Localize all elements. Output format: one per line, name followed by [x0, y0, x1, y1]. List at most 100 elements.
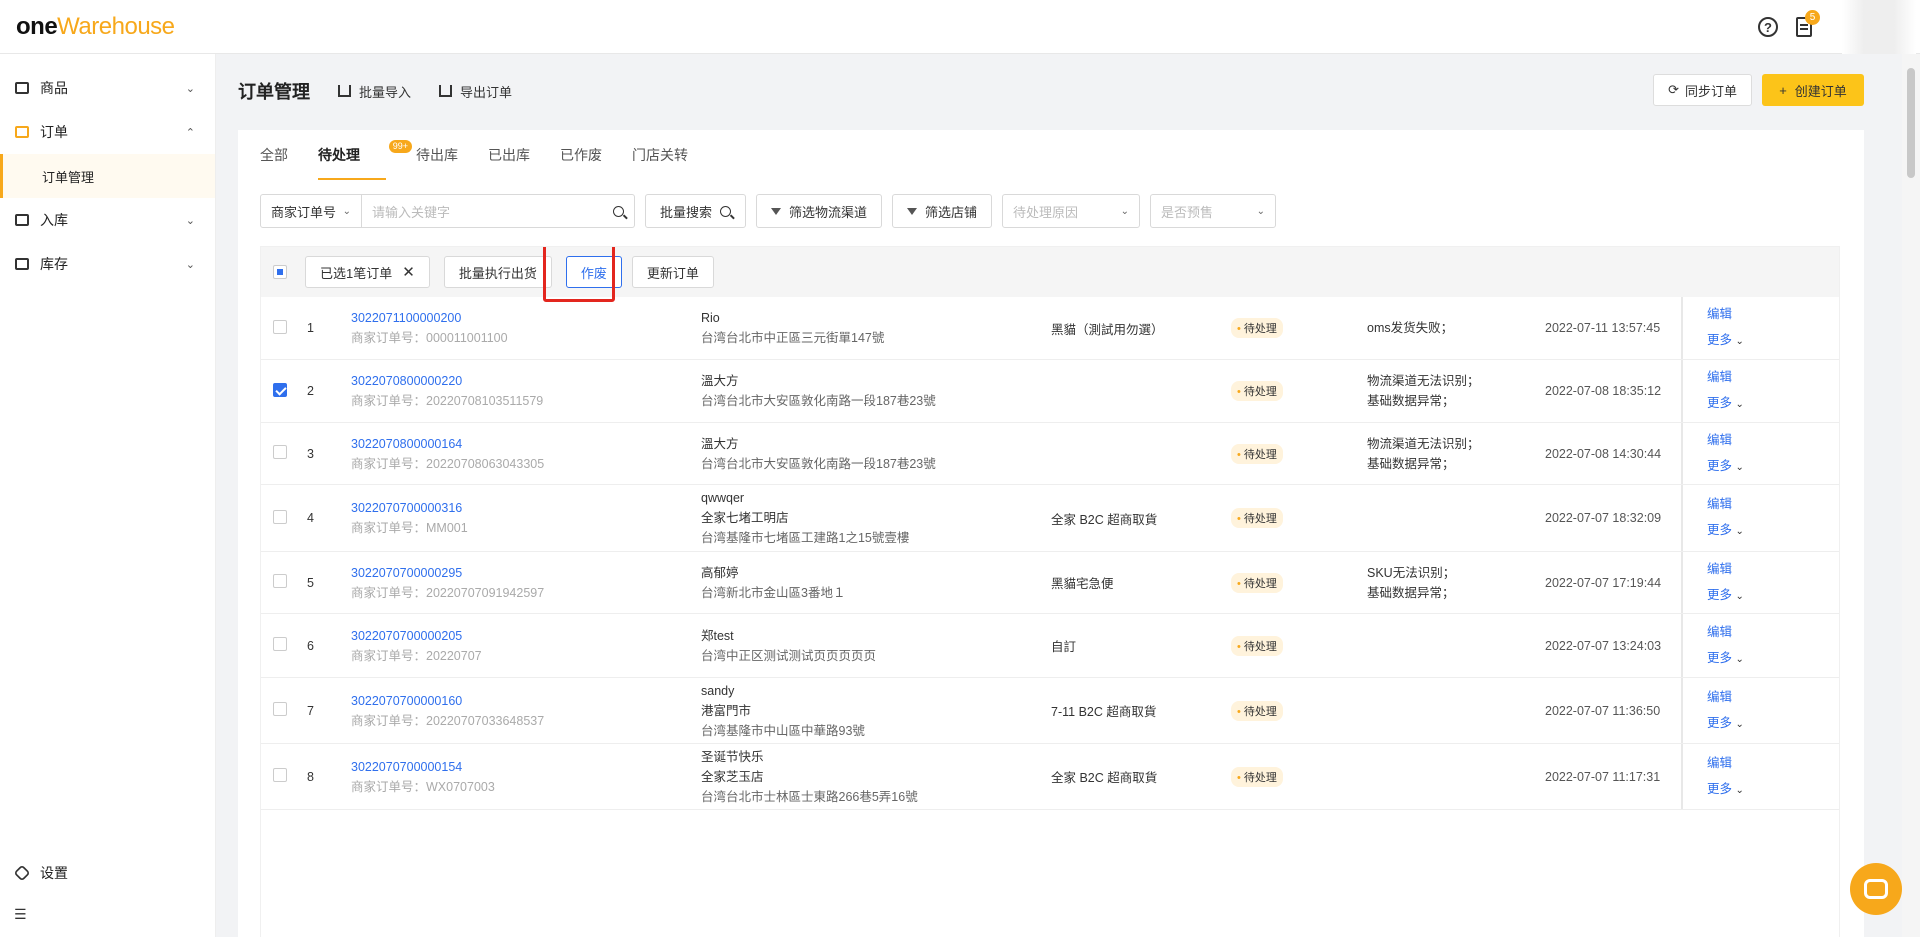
update-orders-button[interactable]: 更新订单 — [631, 256, 714, 288]
sidebar: 商品 ⌄ 订单 ⌃ 订单管理 入库 ⌄ 库存 ⌄ 设置 ☰ — [0, 54, 216, 937]
batch-import-button[interactable]: 批量导入 — [338, 82, 411, 101]
more-dropdown[interactable]: 更多 ⌄ — [1707, 327, 1839, 355]
upload-icon — [439, 85, 453, 97]
status-tabs: 全部 待处理 99+ 待出库 已出库 已作废 门店关转 — [260, 130, 718, 180]
address-line: sandy — [701, 683, 735, 698]
row-number: 7 — [307, 703, 314, 718]
status-badge: 待处理 — [1231, 700, 1283, 721]
edit-link[interactable]: 编辑 — [1707, 750, 1839, 776]
row-number: 3 — [307, 446, 314, 461]
row-checkbox[interactable] — [273, 702, 287, 716]
chevron-down-icon: ⌄ — [185, 258, 195, 271]
logistics-channel: 黑貓宅急便 — [1051, 577, 1114, 591]
tab-shipped[interactable]: 已出库 — [488, 130, 530, 180]
order-id-link[interactable]: 3022070700000154 — [351, 757, 495, 777]
chat-icon — [1864, 879, 1888, 899]
batch-search-button[interactable]: 批量搜索 — [645, 194, 747, 228]
row-checkbox[interactable] — [273, 768, 287, 782]
edit-link[interactable]: 编辑 — [1707, 619, 1839, 645]
edit-link[interactable]: 编辑 — [1707, 684, 1839, 710]
order-icon — [14, 124, 30, 140]
filter-store-button[interactable]: 筛选店铺 — [892, 194, 993, 228]
more-dropdown[interactable]: 更多 ⌄ — [1707, 390, 1839, 418]
row-checkbox[interactable] — [273, 574, 287, 588]
sidebar-item-order-management[interactable]: 订单管理 — [0, 154, 215, 198]
clipboard-icon[interactable]: 5 — [1796, 10, 1820, 37]
selected-count-chip[interactable]: 已选1笔订单 ✕ — [305, 256, 430, 288]
address-line: 台湾台北市士林區士東路266巷5弄16號 — [701, 789, 918, 804]
avatar[interactable] — [1842, 0, 1916, 54]
batch-ship-button[interactable]: 批量执行出货 — [443, 256, 552, 288]
search-icon — [720, 205, 732, 217]
more-dropdown[interactable]: 更多 ⌄ — [1707, 645, 1839, 673]
edit-link[interactable]: 编辑 — [1707, 364, 1839, 390]
logistics-channel: 自訂 — [1051, 640, 1077, 654]
more-dropdown[interactable]: 更多 ⌄ — [1707, 517, 1839, 545]
order-date: 2022-07-07 17:19:44 — [1545, 575, 1662, 590]
void-button[interactable]: 作废 — [565, 256, 622, 288]
order-id-link[interactable]: 3022070800000220 — [351, 371, 543, 391]
close-icon[interactable]: ✕ — [402, 263, 415, 281]
search-type-select[interactable]: 商家订单号 ⌄ — [260, 194, 362, 228]
recipient-info: Rio 台湾台北市中正區三元街單147號 — [701, 308, 884, 348]
box-icon — [14, 80, 30, 96]
logo[interactable]: oneWarehouse — [16, 13, 175, 41]
presale-select[interactable]: 是否预售 ⌄ — [1150, 194, 1277, 228]
collapse-menu-icon[interactable]: ☰ — [14, 906, 27, 923]
row-actions: 编辑 更多 ⌄ — [1681, 614, 1839, 677]
page-scrollbar[interactable] — [1902, 54, 1920, 937]
order-date: 2022-07-08 14:30:44 — [1545, 446, 1662, 461]
status-badge: 待处理 — [1231, 766, 1283, 787]
scrollbar-thumb[interactable] — [1907, 68, 1915, 178]
help-icon[interactable]: ? — [1758, 17, 1778, 37]
tab-to-ship[interactable]: 待出库 — [416, 130, 458, 180]
edit-link[interactable]: 编辑 — [1707, 556, 1839, 582]
export-orders-button[interactable]: 导出订单 — [439, 82, 512, 101]
edit-link[interactable]: 编辑 — [1707, 427, 1839, 453]
plus-icon: + — [1779, 82, 1787, 98]
order-id-link[interactable]: 3022070700000160 — [351, 691, 544, 711]
sidebar-item-settings[interactable]: 设置 — [0, 851, 215, 895]
order-id-link[interactable]: 3022070700000295 — [351, 563, 544, 583]
row-checkbox[interactable] — [273, 509, 287, 524]
more-dropdown[interactable]: 更多 ⌄ — [1707, 710, 1839, 738]
more-dropdown[interactable]: 更多 ⌄ — [1707, 453, 1839, 481]
chevron-down-icon: ⌄ — [1735, 526, 1744, 537]
order-id-link[interactable]: 3022070800000164 — [351, 434, 544, 454]
pending-reason: SKU无法识别； — [1367, 565, 1456, 580]
create-order-button[interactable]: + 创建订单 — [1762, 74, 1864, 106]
sidebar-item-orders[interactable]: 订单 ⌃ — [0, 110, 215, 154]
sidebar-item-inventory[interactable]: 库存 ⌄ — [0, 242, 215, 286]
edit-link[interactable]: 编辑 — [1707, 301, 1839, 327]
sidebar-item-products[interactable]: 商品 ⌄ — [0, 66, 215, 110]
order-id-link[interactable]: 3022070700000316 — [351, 498, 468, 518]
table-row: 8 3022070700000154 商家订单号：WX0707003 圣诞节快乐 全家芝… — [261, 744, 1839, 810]
pending-reason: 物流渠道无法识别； — [1367, 374, 1480, 388]
search-input[interactable]: 请输入关键字 — [362, 194, 635, 228]
tab-store-transfer[interactable]: 门店关转 — [632, 130, 688, 180]
chevron-down-icon: ⌄ — [1120, 205, 1130, 217]
filter-bar: 商家订单号 ⌄ 请输入关键字 批量搜索 筛选物流渠道 筛选店铺 待处理原因 ⌄ 是否… — [260, 194, 1277, 228]
filter-channel-button[interactable]: 筛选物流渠道 — [756, 194, 883, 228]
tab-voided[interactable]: 已作废 — [560, 130, 602, 180]
sync-orders-button[interactable]: ⟳ 同步订单 — [1653, 74, 1752, 106]
edit-link[interactable]: 编辑 — [1707, 491, 1839, 517]
merchant-order-no: 商家订单号：WX0707003 — [351, 779, 495, 794]
row-checkbox[interactable] — [273, 382, 287, 397]
search-icon[interactable] — [613, 205, 624, 217]
tab-pending[interactable]: 待处理 99+ — [318, 130, 412, 180]
more-dropdown[interactable]: 更多 ⌄ — [1707, 582, 1839, 610]
select-all-checkbox[interactable] — [273, 265, 287, 279]
row-checkbox[interactable] — [273, 445, 287, 459]
tab-all[interactable]: 全部 — [260, 130, 288, 180]
chat-support-button[interactable] — [1850, 863, 1902, 915]
pending-reasons: 物流渠道无法识别； 基础数据异常； — [1367, 434, 1480, 474]
more-dropdown[interactable]: 更多 ⌄ — [1707, 776, 1839, 804]
sidebar-item-inbound[interactable]: 入库 ⌄ — [0, 198, 215, 242]
pending-reason-select[interactable]: 待处理原因 ⌄ — [1002, 194, 1141, 228]
order-id-link[interactable]: 3022070700000205 — [351, 626, 482, 646]
order-id-link[interactable]: 3022071100000200 — [351, 308, 508, 328]
row-checkbox[interactable] — [273, 637, 287, 651]
row-checkbox[interactable] — [273, 319, 287, 334]
page-title: 订单管理 — [238, 82, 310, 102]
